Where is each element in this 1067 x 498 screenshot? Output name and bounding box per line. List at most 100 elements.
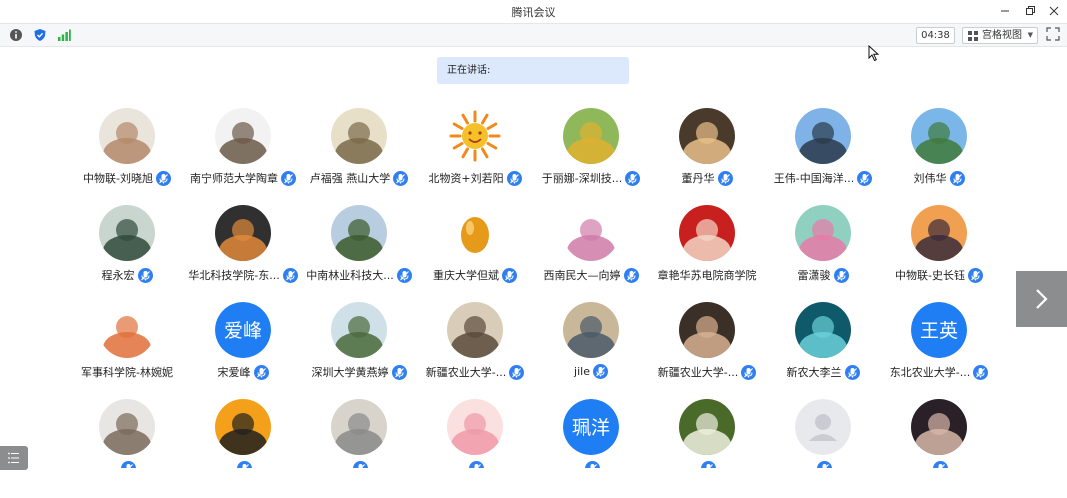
participant-avatar [331,302,387,358]
participant-name-row [881,461,997,468]
participant-name-row: 中物联-刘晓旭 [69,170,185,186]
participant-name: 华北科技学院-东... [188,269,280,282]
participant-tile[interactable]: 于丽娜-深圳技... [533,104,649,201]
participant-tile[interactable] [649,395,765,468]
participant-tile[interactable]: 程永宏 [69,201,185,298]
participant-avatar [679,108,735,164]
participant-tile[interactable]: 中物联-史长钰 [881,201,997,298]
participant-tile[interactable] [765,395,881,468]
mic-muted-icon [833,267,849,283]
mic-muted-icon [353,461,368,468]
mic-muted-icon [281,170,296,186]
participant-tile[interactable] [301,395,417,468]
participant-name-row: 南宁师范大学陶章 [185,170,301,186]
info-icon[interactable] [9,28,23,42]
participant-grid: 中物联-刘晓旭 南宁师范大学陶章 卢福强 燕山大学 北物资+刘若阳 于丽娜-深圳技...… [69,104,1001,468]
participant-tile[interactable]: 珮洋 [533,395,649,468]
participant-tile[interactable]: 雷潇骏 [765,201,881,298]
participant-name-row: 新疆农业大学-... [417,364,533,380]
participant-tile[interactable]: 新农大李兰 [765,298,881,395]
participant-name-row: 军事科学院-林婉妮 [69,364,185,380]
participant-tile[interactable]: 新疆农业大学-... [649,298,765,395]
minimize-icon [1001,10,1009,12]
mic-muted-icon [155,170,171,186]
mic-muted-icon [509,364,525,380]
mic-muted-icon [817,461,832,468]
next-page-button[interactable] [1016,271,1067,327]
mic-muted-icon [949,170,965,186]
participant-tile[interactable]: 卢福强 燕山大学 [301,104,417,201]
participant-tile[interactable]: 王伟-中国海洋... [765,104,881,201]
participant-tile[interactable]: 深圳大学黄燕婷 [301,298,417,395]
participant-tile[interactable]: jile [533,298,649,395]
participant-name-row [417,461,533,468]
participant-name: 南宁师范大学陶章 [190,172,278,185]
participant-name-row: 宋爱峰 [185,364,301,380]
security-shield-icon[interactable] [33,28,47,42]
participant-name-row [533,461,649,468]
chevron-right-icon [1036,289,1048,309]
participant-name: 西南民大—向婷 [543,269,621,282]
participant-tile[interactable] [185,395,301,468]
mic-muted-icon [237,461,252,468]
participant-name-row [649,461,765,468]
mic-muted-icon [592,364,608,379]
mic-muted-icon [967,267,983,283]
mic-muted-icon [717,170,733,186]
participant-tile[interactable]: 王英 东北农业大学-... [881,298,997,395]
participant-tile[interactable]: 中南林业科技大... [301,201,417,298]
participant-name-row [69,461,185,468]
participant-tile[interactable]: 南宁师范大学陶章 [185,104,301,201]
participant-name-row: 新疆农业大学-... [649,364,765,380]
minimize-button[interactable] [993,2,1017,20]
mic-muted-icon [701,461,716,468]
participant-name: 卢福强 燕山大学 [309,172,391,185]
participant-tile[interactable] [881,395,997,468]
participant-tile[interactable]: 军事科学院-林婉妮 [69,298,185,395]
participant-tile[interactable]: 重庆大学但斌 [417,201,533,298]
mic-muted-icon [625,170,641,186]
participant-name-row: jile [533,364,649,379]
participant-tile[interactable]: 爱峰 宋爱峰 [185,298,301,395]
network-signal-icon[interactable] [57,28,71,42]
participant-name: 董丹华 [681,172,715,185]
participant-name: jile [574,365,590,378]
participant-name: 新疆农业大学-... [425,366,507,379]
participant-avatar: 珮洋 [563,399,619,455]
participant-avatar [447,205,503,261]
participant-name: 宋爱峰 [217,366,251,379]
participant-avatar [99,302,155,358]
restore-button[interactable] [1018,2,1042,20]
participant-tile[interactable]: 刘伟华 [881,104,997,201]
participant-name: 北物资+刘若阳 [428,172,504,185]
participant-tile[interactable]: 新疆农业大学-... [417,298,533,395]
participant-tile[interactable]: 北物资+刘若阳 [417,104,533,201]
participant-list-button[interactable] [0,446,28,470]
svg-text:王英: 王英 [920,320,958,342]
participant-avatar [563,205,619,261]
view-mode-dropdown[interactable]: 宫格视图 ▼ [962,27,1038,44]
participant-name: 新农大李兰 [786,366,842,379]
participant-name: 中物联-史长钰 [895,269,965,282]
participant-tile[interactable]: 董丹华 [649,104,765,201]
participant-name: 新疆农业大学-... [657,366,739,379]
close-button[interactable] [1042,2,1066,20]
view-mode-label: 宫格视图 [982,30,1022,41]
participant-name-row: 章艳华苏电院商学院 [649,267,765,283]
participant-name-row: 刘伟华 [881,170,997,186]
mic-muted-icon [137,267,153,283]
participant-tile[interactable] [69,395,185,468]
mic-muted-icon [973,364,989,380]
participant-tile[interactable]: 章艳华苏电院商学院 [649,201,765,298]
participant-name-row: 卢福强 燕山大学 [301,170,417,186]
fullscreen-icon[interactable] [1046,27,1060,41]
participant-tile[interactable] [417,395,533,468]
participant-tile[interactable]: 中物联-刘晓旭 [69,104,185,201]
participant-avatar [447,399,503,455]
participant-tile[interactable]: 西南民大—向婷 [533,201,649,298]
participant-name-row: 西南民大—向婷 [533,267,649,283]
window-title: 腾讯会议 [511,6,556,19]
participant-tile[interactable]: 华北科技学院-东... [185,201,301,298]
mic-muted-icon [121,461,136,468]
participant-name-row: 雷潇骏 [765,267,881,283]
